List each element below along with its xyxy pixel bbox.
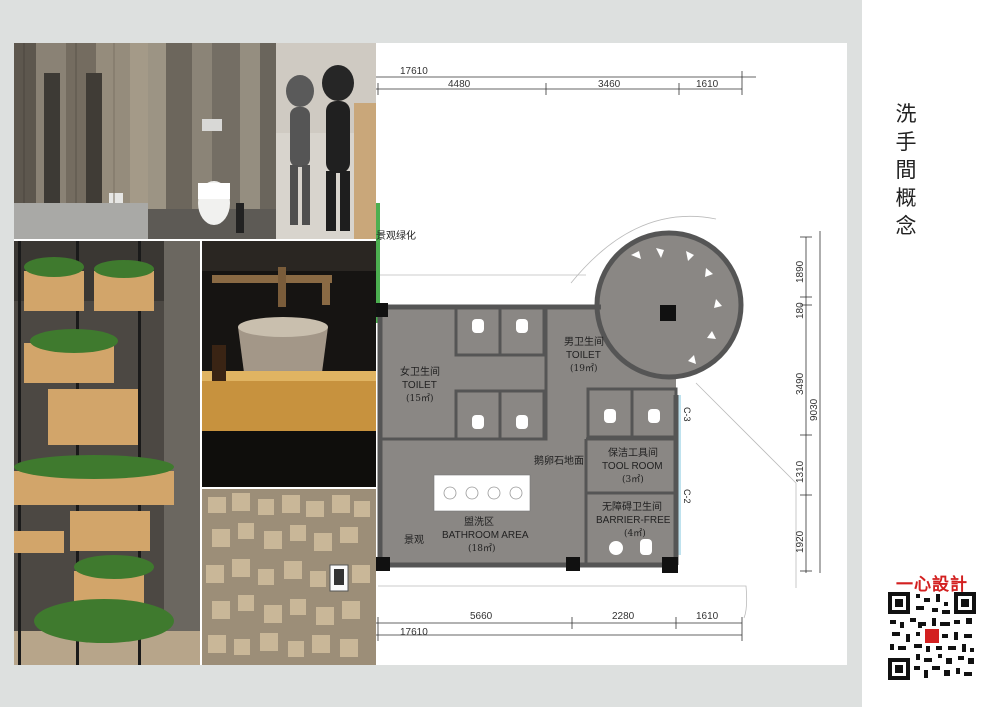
top-total-dimension: 17610: [400, 66, 428, 77]
title-char-2: 手: [895, 130, 917, 154]
barrier-free-en-label: BARRIER-FREE: [596, 515, 671, 526]
planter-shelves-photo: [14, 241, 200, 665]
barrier-free-area: (4㎡): [624, 528, 646, 539]
male-toilet-pillar: [660, 305, 676, 321]
landscape-top-label: 景观绿化: [376, 229, 416, 242]
male-toilet-cn-label: 男卫生间: [564, 335, 604, 348]
bottom-total-dimension: 17610: [400, 627, 428, 638]
bottom-dimension-3: 1610: [696, 611, 719, 622]
male-toilet-en-label: TOILET: [566, 350, 601, 361]
female-toilet-en-label: TOILET: [402, 380, 437, 391]
wall-mounted-toilet-photo: [148, 43, 276, 239]
page-title: 洗 手 間 概 念: [888, 100, 924, 240]
right-dimension-4: 1310: [795, 460, 806, 483]
bottom-dimension-1: 5660: [470, 611, 493, 622]
title-char-5: 念: [895, 214, 917, 238]
right-total-dimension: 9030: [809, 398, 820, 421]
section-mark-c3: C-3: [682, 407, 692, 422]
bucket-sink-photo: [202, 241, 376, 487]
top-dimension-1: 4480: [448, 79, 471, 90]
right-dimension-1: 1890: [795, 260, 806, 283]
top-dimension-3: 1610: [696, 79, 719, 90]
female-toilet-area: (15㎡): [406, 393, 433, 404]
top-dimension-2: 3460: [598, 79, 621, 90]
right-dimension-labels: 1890 180 3490 1310 1920 9030: [795, 260, 820, 553]
toilet-stalls-photo: [14, 43, 148, 239]
landscape-bottom-label: 景观: [404, 534, 424, 546]
section-mark-c2: C-2: [682, 489, 692, 504]
tool-room-en-label: TOOL ROOM: [602, 461, 663, 472]
male-toilet-area: (19㎡): [570, 363, 597, 374]
right-dimension-5: 1920: [795, 530, 806, 553]
mannequin-figures-photo: [276, 43, 376, 239]
female-toilet-cn-label: 女卫生间: [400, 365, 440, 378]
building-floor: [380, 233, 741, 565]
wooden-block-wall-photo: [202, 489, 376, 665]
wash-area-en-label: BATHROOM AREA: [442, 530, 529, 541]
tool-room-cn-label: 保洁工具间: [608, 446, 658, 459]
title-char-4: 概: [895, 186, 917, 210]
tool-room-area: (3㎡): [622, 474, 644, 485]
title-char-1: 洗: [895, 102, 917, 126]
wash-area-area: (18㎡): [468, 543, 495, 554]
qr-code[interactable]: [888, 592, 976, 680]
wash-counter: [433, 474, 531, 512]
floor-plan: 17610 4480 3460 1610 1890 180 3490 1310 …: [376, 43, 847, 665]
pebble-floor-label: 鹅卵石地面: [534, 454, 584, 467]
barrier-free-cn-label: 无障碍卫生间: [602, 500, 662, 513]
bottom-dimension-lines: [376, 617, 743, 641]
wash-area-cn-label: 盥洗区: [464, 516, 494, 528]
right-dimension-2: 180: [795, 302, 806, 319]
right-dimension-3: 3490: [795, 372, 806, 395]
title-char-3: 間: [895, 158, 917, 182]
bottom-dimension-2: 2280: [612, 611, 635, 622]
